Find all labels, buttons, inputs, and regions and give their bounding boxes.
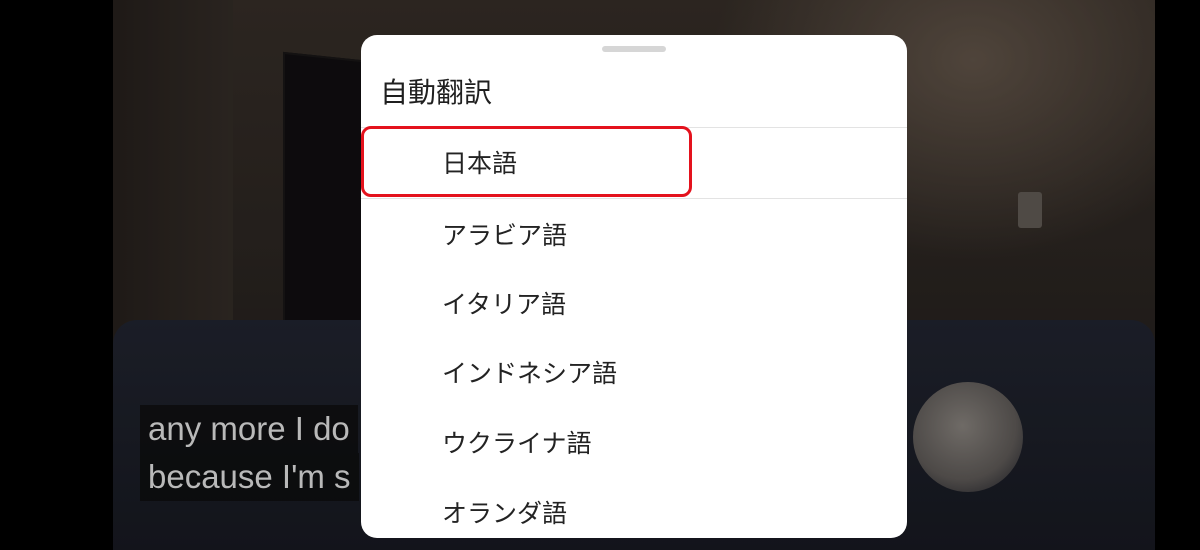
language-label: インドネシア語 [442,359,618,388]
language-label: ウクライナ語 [442,429,592,458]
drag-handle[interactable] [602,46,666,52]
sheet-title: 自動翻訳 [380,76,493,109]
language-item-italian[interactable]: イタリア語 [361,268,907,338]
language-label: 日本語 [442,149,518,178]
language-item-indonesian[interactable]: インドネシア語 [361,337,907,407]
caption-line-1: any more I do [140,405,358,453]
language-label: オランダ語 [442,499,568,528]
caption-line-2: because I'm s [140,453,359,501]
auto-translate-sheet: 自動翻訳 日本語 アラビア語 イタリア語 インドネシア語 ウクライナ語 オランダ… [361,35,907,538]
language-item-dutch[interactable]: オランダ語 [361,477,907,538]
language-item-ukrainian[interactable]: ウクライナ語 [361,407,907,477]
language-item-arabic[interactable]: アラビア語 [361,199,907,269]
language-label: イタリア語 [442,290,567,319]
caption-box: any more I do because I'm s [140,405,359,501]
language-label: アラビア語 [442,221,568,250]
language-item-japanese[interactable]: 日本語 [361,127,907,197]
